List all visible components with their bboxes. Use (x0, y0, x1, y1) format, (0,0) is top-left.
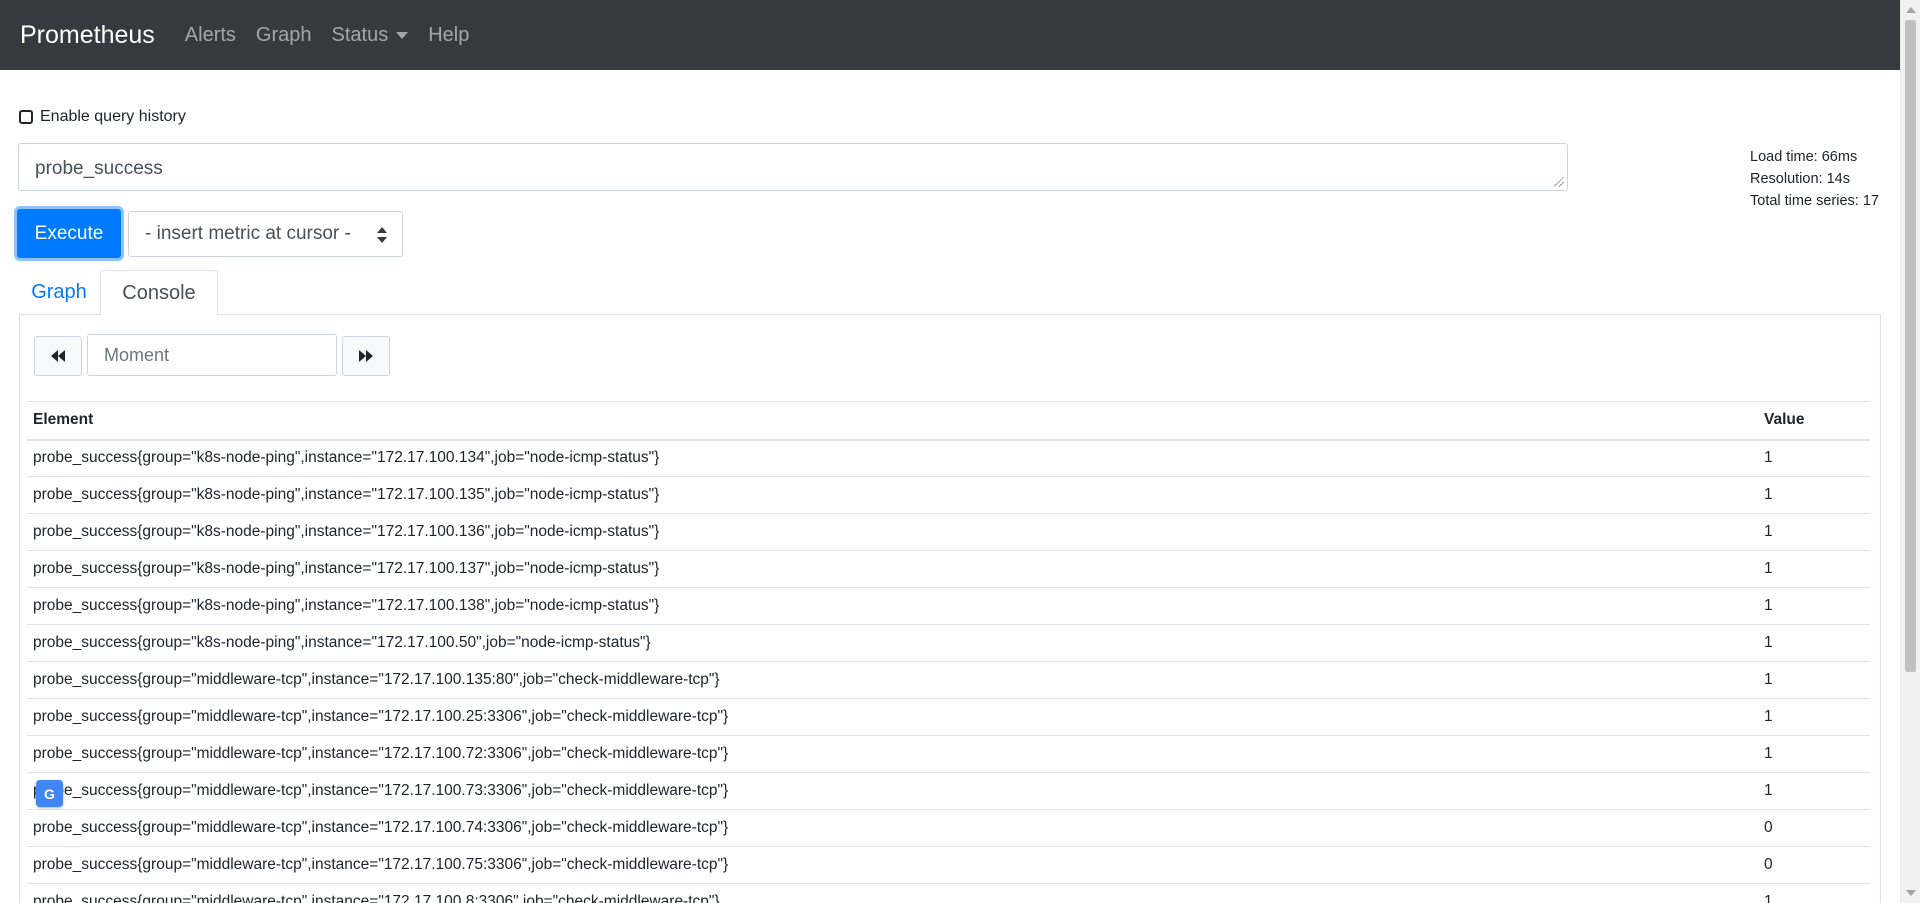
value-cell: 0 (1758, 846, 1870, 884)
results-table: Element Value probe_success{group="k8s-n… (27, 401, 1870, 903)
page-scrollbar[interactable] (1900, 0, 1920, 903)
table-row: probe_success{group="middleware-tcp",ins… (27, 883, 1870, 903)
query-input[interactable]: probe_success (18, 143, 1568, 191)
value-cell: 1 (1758, 513, 1870, 551)
moment-back-button[interactable] (34, 336, 82, 376)
value-cell: 1 (1758, 883, 1870, 903)
value-cell: 0 (1758, 809, 1870, 847)
element-cell: probe_success{group="k8s-node-ping",inst… (27, 476, 1758, 514)
nav-link-status-label: Status (331, 23, 389, 46)
console-panel: Moment Element Value probe_success{group… (19, 314, 1881, 903)
double-chevron-right-icon (359, 350, 373, 362)
moment-forward-button[interactable] (342, 336, 390, 376)
table-row: probe_success{group="middleware-tcp",ins… (27, 846, 1870, 884)
value-cell: 1 (1758, 439, 1870, 477)
value-cell: 1 (1758, 550, 1870, 588)
nav-link-help[interactable]: Help (428, 24, 469, 47)
value-cell: 1 (1758, 735, 1870, 773)
column-header-value: Value (1758, 401, 1870, 441)
element-cell: probe_success{group="k8s-node-ping",inst… (27, 513, 1758, 551)
table-row: probe_success{group="k8s-node-ping",inst… (27, 587, 1870, 625)
table-row: probe_success{group="k8s-node-ping",inst… (27, 476, 1870, 514)
table-row: probe_success{group="k8s-node-ping",inst… (27, 550, 1870, 588)
scroll-down-icon[interactable] (1906, 890, 1916, 896)
table-row: probe_success{group="middleware-tcp",ins… (27, 661, 1870, 699)
resize-grip-icon[interactable] (1554, 177, 1564, 187)
load-time: Load time: 66ms (1750, 149, 1858, 165)
table-row: probe_success{group="k8s-node-ping",inst… (27, 624, 1870, 662)
execute-button[interactable]: Execute (17, 209, 121, 258)
insert-metric-select[interactable]: - insert metric at cursor - (128, 211, 403, 257)
element-cell: probe_success{group="middleware-tcp",ins… (27, 846, 1758, 884)
table-row: probe_success{group="k8s-node-ping",inst… (27, 513, 1870, 551)
query-history-label: Enable query history (40, 108, 186, 125)
moment-input[interactable]: Moment (87, 334, 337, 376)
value-cell: 1 (1758, 772, 1870, 810)
value-cell: 1 (1758, 476, 1870, 514)
brand-logo[interactable]: Prometheus (20, 21, 155, 50)
table-row: probe_success{group="middleware-tcp",ins… (27, 772, 1870, 810)
query-history-toggle[interactable]: Enable query history (19, 108, 186, 126)
column-header-element: Element (27, 401, 1758, 441)
query-text: probe_success (35, 158, 163, 179)
total-time-series: Total time series: 17 (1750, 193, 1879, 209)
table-header-row: Element Value (27, 401, 1870, 441)
resolution: Resolution: 14s (1750, 171, 1850, 187)
navbar: Prometheus Alerts Graph Status Help (0, 0, 1900, 70)
value-cell: 1 (1758, 587, 1870, 625)
table-row: probe_success{group="middleware-tcp",ins… (27, 809, 1870, 847)
view-tabs: Graph Console (19, 270, 1881, 316)
tab-console[interactable]: Console (100, 270, 218, 316)
table-row: probe_success{group="middleware-tcp",ins… (27, 698, 1870, 736)
value-cell: 1 (1758, 698, 1870, 736)
page: Prometheus Alerts Graph Status Help Enab… (0, 0, 1900, 903)
caret-down-icon (396, 31, 409, 39)
nav-link-graph[interactable]: Graph (256, 24, 312, 47)
element-cell: probe_success{group="k8s-node-ping",inst… (27, 587, 1758, 625)
scroll-up-icon[interactable] (1906, 7, 1916, 13)
double-chevron-left-icon (51, 350, 65, 362)
element-cell: probe_success{group="middleware-tcp",ins… (27, 809, 1758, 847)
query-history-checkbox[interactable] (19, 110, 33, 124)
query-stats: Load time: 66ms Resolution: 14s Total ti… (1750, 146, 1879, 212)
element-cell: probe_success{group="middleware-tcp",ins… (27, 735, 1758, 773)
insert-metric-select-value: - insert metric at cursor - (145, 223, 351, 244)
element-cell: probe_success{group="k8s-node-ping",inst… (27, 439, 1758, 477)
nav-link-status[interactable]: Status (332, 24, 409, 47)
element-cell: probe_success{group="k8s-node-ping",inst… (27, 550, 1758, 588)
element-cell: probe_success{group="k8s-node-ping",inst… (27, 624, 1758, 662)
nav-link-alerts[interactable]: Alerts (185, 24, 236, 47)
element-cell: probe_success{group="middleware-tcp",ins… (27, 883, 1758, 903)
scroll-thumb[interactable] (1905, 20, 1916, 672)
element-cell: probe_success{group="middleware-tcp",ins… (27, 661, 1758, 699)
element-cell: probe_success{group="middleware-tcp",ins… (27, 772, 1758, 810)
value-cell: 1 (1758, 624, 1870, 662)
value-cell: 1 (1758, 661, 1870, 699)
table-row: probe_success{group="k8s-node-ping",inst… (27, 439, 1870, 477)
element-cell: probe_success{group="middleware-tcp",ins… (27, 698, 1758, 736)
table-row: probe_success{group="middleware-tcp",ins… (27, 735, 1870, 773)
tab-graph[interactable]: Graph (19, 270, 99, 315)
translate-icon[interactable]: G (36, 780, 63, 807)
select-arrows-icon (377, 227, 387, 243)
